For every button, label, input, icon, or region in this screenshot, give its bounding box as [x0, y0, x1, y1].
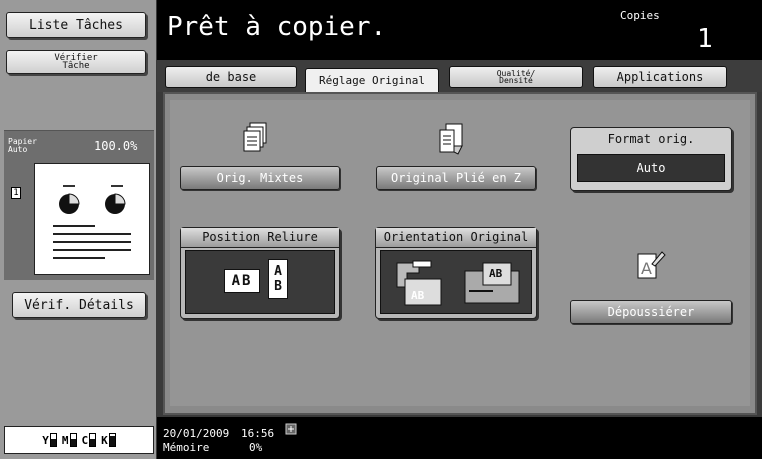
despeckle-icon: A [637, 251, 666, 279]
document-thumbnail-icon [53, 185, 131, 259]
status-footer: 20/01/2009 16:56 Mémoire 0% [157, 417, 762, 459]
despeckle-button[interactable]: Dépoussiérer [570, 300, 732, 324]
tab-applications-label: Applications [616, 70, 704, 84]
original-orientation-button[interactable]: Orientation Original AB AB [375, 227, 537, 319]
verify-details-button[interactable]: Vérif. Détails [12, 292, 146, 318]
tab-original-settings[interactable]: Réglage Original [305, 68, 439, 92]
toner-black-label: K [101, 434, 108, 447]
tab-bar: de base Réglage Original Qualité/ Densit… [157, 60, 762, 92]
platen-orientation-text: AB [489, 267, 503, 280]
tab-applications[interactable]: Applications [593, 66, 727, 88]
status-header: Prêt à copier. Copies 1 [157, 0, 762, 60]
page-title: Prêt à copier. [167, 12, 387, 42]
paper-label-line2: Auto [8, 145, 28, 154]
z-folded-original-icon [439, 123, 463, 155]
toner-black: K [101, 433, 116, 447]
copies-indicator-value: 1 [13, 188, 19, 198]
footer-memory-value: 0% [249, 441, 263, 454]
paper-label: Papier Auto [8, 138, 37, 154]
tab-original-settings-label: Réglage Original [319, 74, 425, 87]
original-size-button[interactable]: Format orig. Auto [570, 127, 732, 191]
verify-job-label-line2: Tâche [62, 61, 90, 71]
top-binding-icon: A B [268, 259, 288, 299]
zoom-ratio: 100.0% [94, 139, 138, 153]
footer-memory-label: Mémoire [163, 441, 210, 454]
original-size-value: Auto [636, 161, 666, 175]
job-list-button-label: Liste Tâches [29, 17, 123, 33]
binding-position-title: Position Reliure [181, 228, 339, 248]
tab-basic[interactable]: de base [165, 66, 297, 88]
original-orientation-preview: AB AB [380, 250, 532, 314]
copies-indicator-icon: 1 [11, 187, 21, 199]
job-list-button[interactable]: Liste Tâches [6, 12, 146, 38]
copies-label: Copies [620, 9, 660, 22]
toner-cyan-bar [89, 433, 97, 447]
mixed-originals-label: Orig. Mixtes [216, 171, 304, 185]
footer-time: 16:56 [241, 427, 275, 440]
binding-position-preview: AB A B [185, 250, 335, 314]
tab-basic-label: de base [205, 70, 257, 84]
original-orientation-title: Orientation Original [376, 228, 536, 248]
mixed-originals-button[interactable]: Orig. Mixtes [180, 166, 340, 190]
binding-position-button[interactable]: Position Reliure AB A B [180, 227, 340, 319]
toner-magenta-bar [69, 433, 77, 447]
toner-magenta-label: M [61, 434, 69, 447]
toner-yellow: Y [42, 433, 57, 447]
toner-magenta: M [62, 433, 77, 447]
toner-black-bar [108, 433, 116, 447]
left-binding-text: AB [231, 273, 253, 289]
toner-yellow-label: Y [42, 434, 49, 447]
feeder-orientation-text: AB [411, 289, 425, 302]
z-folded-original-label: Original Plié en Z [390, 171, 522, 185]
left-binding-icon: AB [224, 269, 260, 293]
toner-levels: Y M C K [4, 426, 154, 454]
network-icon [285, 423, 297, 435]
footer-date: 20/01/2009 [163, 427, 230, 440]
z-folded-original-button[interactable]: Original Plié en Z [376, 166, 536, 190]
toner-cyan-label: C [81, 434, 89, 447]
toner-cyan: C [82, 433, 97, 447]
verify-job-button[interactable]: Vérifier Tâche [6, 50, 146, 74]
original-size-value-box: Auto [577, 154, 725, 182]
page-preview [34, 163, 150, 275]
original-size-title: Format orig. [607, 132, 695, 146]
svg-text:A: A [641, 259, 652, 278]
verify-details-label: Vérif. Détails [24, 297, 134, 313]
toner-yellow-bar [49, 433, 57, 447]
top-binding-text-b: B [274, 279, 282, 294]
tab-quality-label-line2: Densité [499, 76, 533, 85]
tab-quality-density[interactable]: Qualité/ Densité [449, 66, 583, 88]
copies-count: 1 [697, 24, 713, 54]
despeckle-label: Dépoussiérer [607, 305, 695, 319]
mixed-originals-icon [243, 122, 267, 152]
top-binding-text-a: A [274, 264, 282, 279]
